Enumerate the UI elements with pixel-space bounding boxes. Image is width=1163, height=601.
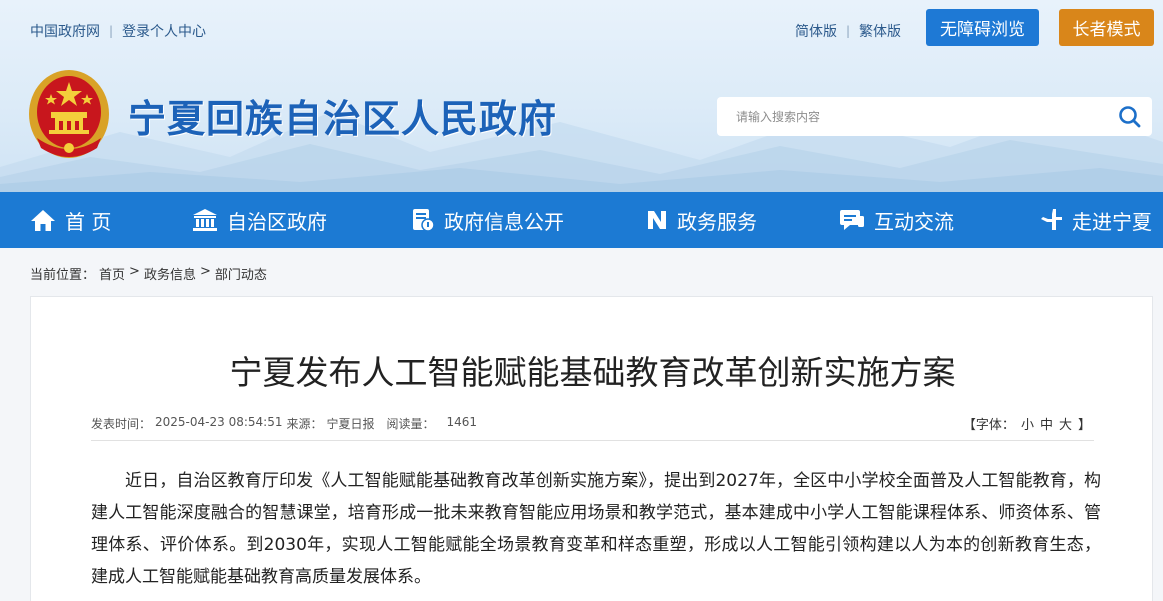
nav-label-info-disclosure: 政府信息公开 <box>444 209 564 234</box>
article-panel: 宁夏发布人工智能赋能基础教育改革创新实施方案 发表时间： 2025-04-23 … <box>30 296 1153 601</box>
document-info-icon <box>413 209 435 232</box>
link-separator: | <box>109 24 114 38</box>
gov-portal-link[interactable]: 中国政府网 <box>30 21 100 41</box>
search-icon <box>1119 106 1141 128</box>
government-building-icon <box>193 209 217 231</box>
meta-divider <box>91 440 1094 441</box>
font-size-small[interactable]: 小 <box>1021 414 1034 433</box>
national-emblem-logo <box>29 70 109 158</box>
nav-label-home: 首 页 <box>65 209 112 234</box>
hand-icon <box>1041 209 1062 230</box>
search-input[interactable] <box>717 97 1107 136</box>
publish-time: 2025-04-23 08:54:51 <box>155 415 283 429</box>
source-label: 来源： <box>286 417 323 431</box>
chat-icon <box>840 210 864 230</box>
top-links: 中国政府网 | 登录个人中心 <box>30 21 206 41</box>
font-size-switch: 【字体： 小 中 大 】 <box>963 414 1091 433</box>
site-header: 中国政府网 | 登录个人中心 简体版 | 繁体版 无障碍浏览 长者模式 宁夏回族… <box>0 0 1163 192</box>
publish-time-label: 发表时间： <box>91 417 152 431</box>
accessible-browse-button[interactable]: 无障碍浏览 <box>926 9 1039 46</box>
home-icon <box>31 210 55 231</box>
article-title: 宁夏发布人工智能赋能基础教育改革创新实施方案 <box>229 353 956 392</box>
search-box <box>717 97 1152 136</box>
nav-item-about-ningxia[interactable]: 走进宁夏 <box>1039 192 1152 248</box>
article-paragraph: 近日，自治区教育厅印发《人工智能赋能基础教育改革创新实施方案》，提出到2027年… <box>91 471 1101 587</box>
nav-item-info-disclosure[interactable]: 政府信息公开 <box>411 192 564 248</box>
nav-label-services: 政务服务 <box>677 209 757 234</box>
font-size-large[interactable]: 大 <box>1059 414 1072 433</box>
font-size-medium[interactable]: 中 <box>1040 414 1053 433</box>
breadcrumb-separator: > <box>129 264 140 279</box>
breadcrumb-separator: > <box>199 264 211 279</box>
search-button[interactable] <box>1118 105 1142 129</box>
read-count: 1461 <box>446 415 478 429</box>
nav-label-about-ningxia: 走进宁夏 <box>1072 209 1152 234</box>
source: 宁夏日报 <box>326 417 375 431</box>
nav-label-government: 自治区政府 <box>227 209 327 234</box>
read-count-label: 阅读量： <box>386 417 435 431</box>
service-n-icon <box>648 211 666 229</box>
nav-label-interaction: 互动交流 <box>874 209 954 234</box>
elder-mode-button[interactable]: 长者模式 <box>1059 9 1154 46</box>
breadcrumb-department[interactable]: 部门动态 <box>215 264 267 283</box>
simplified-link[interactable]: 简体版 <box>795 21 837 41</box>
article-meta: 发表时间： 2025-04-23 08:54:51 来源： 宁夏日报 阅读量： … <box>91 415 477 432</box>
main-nav: 首 页 自治区政府 政府信息公开 政务服务 互动交流 走进宁夏 <box>0 192 1163 248</box>
breadcrumb-prefix: 当前位置： <box>30 268 96 283</box>
nav-item-services[interactable]: 政务服务 <box>646 192 757 248</box>
font-size-close: 】 <box>1077 418 1091 433</box>
site-title: 宁夏回族自治区人民政府 <box>128 97 558 141</box>
login-link[interactable]: 登录个人中心 <box>122 21 206 41</box>
nav-item-home[interactable]: 首 页 <box>30 192 111 248</box>
breadcrumb-home[interactable]: 首页 <box>99 264 125 283</box>
traditional-link[interactable]: 繁体版 <box>859 21 901 41</box>
lang-separator: | <box>846 24 851 38</box>
nav-item-government[interactable]: 自治区政府 <box>192 192 327 248</box>
breadcrumb: 当前位置： 首页 > 政务信息 > 部门动态 <box>30 264 267 283</box>
breadcrumb-news[interactable]: 政务信息 <box>144 264 196 283</box>
font-size-label: 【字体： <box>962 418 1015 433</box>
nav-item-interaction[interactable]: 互动交流 <box>839 192 954 248</box>
language-switch: 简体版 | 繁体版 <box>795 21 901 41</box>
